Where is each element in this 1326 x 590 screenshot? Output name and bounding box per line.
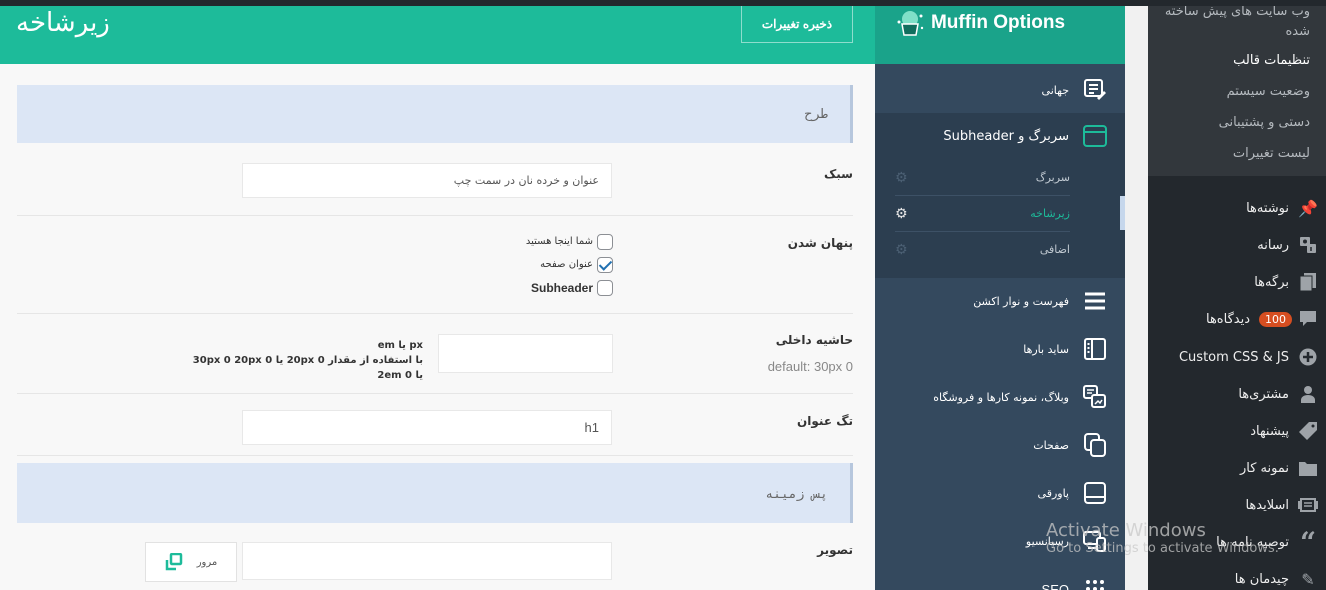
hide-option-breadcrumbs[interactable]: شما اینجا هستید xyxy=(526,230,613,253)
hide-option-page-title[interactable]: عنوان صفحه xyxy=(526,253,613,276)
wp-menu-clients[interactable]: مشتری‌ها xyxy=(1148,376,1326,412)
wp-submenu-system-status[interactable]: وضعیت سیستم xyxy=(1227,82,1310,102)
content-header: زیرشاخه ذخیره تغییرات xyxy=(0,6,875,64)
muffin-subnav-subheader[interactable]: ⚙ زیرشاخه xyxy=(895,196,1070,231)
gear-icon: ⚙ xyxy=(895,169,908,186)
hide-option-subheader[interactable]: Subheader xyxy=(526,276,613,299)
gear-icon: ⚙ xyxy=(895,241,908,258)
page-title: زیرشاخه xyxy=(16,8,110,38)
save-changes-button[interactable]: ذخیره تغییرات xyxy=(741,6,853,43)
comments-count-badge: 100 xyxy=(1259,311,1292,327)
style-select[interactable]: عنوان و خرده نان در سمت چپ xyxy=(242,163,612,198)
hamburger-menu-icon xyxy=(1083,289,1107,313)
wp-menu-layouts[interactable]: چیدمان ها ✎ xyxy=(1148,561,1326,590)
window-icon xyxy=(1083,124,1107,148)
tag-icon xyxy=(1298,421,1318,441)
field-row-title-tag: تگ عنوان h1 xyxy=(17,394,853,456)
checkbox[interactable] xyxy=(597,279,613,296)
options-content: زیرشاخه ذخیره تغییرات طرح سبک عنوان و خر… xyxy=(0,6,875,590)
wp-menu-testimonials[interactable]: توصیه نامه ها “ xyxy=(1148,524,1326,560)
gear-icon: ⚙ xyxy=(895,205,908,222)
wp-menu-offer[interactable]: پیشنهاد xyxy=(1148,413,1326,449)
section-title: طرح xyxy=(804,107,828,122)
muffin-brand: Muffin Options xyxy=(875,6,1125,64)
field-default-description: default: 30px 0 xyxy=(767,359,853,374)
wp-admin-menu: وب سایت های پیش ساخته شده تنظیمات قالب و… xyxy=(1148,6,1326,590)
section-title: پس زمینه xyxy=(765,487,828,502)
field-row-hide: پنهان شدن شما اینجا هستید عنوان صفحه Sub… xyxy=(17,216,853,314)
wp-menu-portfolio[interactable]: نمونه کار xyxy=(1148,450,1326,486)
checkbox-checked[interactable] xyxy=(597,256,613,273)
pushpin-icon: 📌 xyxy=(1298,198,1318,218)
quote-icon: “ xyxy=(1299,525,1317,559)
wp-menu-comments[interactable]: دیدگاه‌ها 100 xyxy=(1148,301,1326,337)
field-label: تگ عنوان xyxy=(797,414,853,428)
muffin-nav-pages[interactable]: صفحات xyxy=(875,425,1125,465)
blog-portfolio-icon xyxy=(1083,385,1107,409)
muffin-nav-seo[interactable]: SEO xyxy=(875,569,1125,590)
browse-image-button[interactable]: مرور xyxy=(145,542,237,582)
image-url-input[interactable] xyxy=(242,542,612,580)
field-row-style: سبک عنوان و خرده نان در سمت چپ xyxy=(17,151,853,216)
wp-submenu-changelog[interactable]: لیست تغییرات xyxy=(1233,144,1310,164)
pages-icon xyxy=(1298,272,1318,292)
responsive-devices-icon xyxy=(1083,529,1107,553)
wp-menu-custom-css-js[interactable]: Custom CSS & JS xyxy=(1148,339,1326,375)
muffin-logo-icon xyxy=(897,11,924,36)
section-heading-layout: طرح xyxy=(17,85,853,143)
field-row-padding: حاشیه داخلی default: 30px 0 px یا em با … xyxy=(17,314,853,394)
muffin-nav-responsive[interactable]: رسپانسیو xyxy=(875,521,1125,561)
field-label: پنهان شدن xyxy=(787,236,853,250)
pencil-icon: ✎ xyxy=(1301,569,1315,589)
padding-input[interactable] xyxy=(438,334,613,373)
muffin-nav-global[interactable]: جهانی xyxy=(875,70,1125,110)
checkbox[interactable] xyxy=(597,233,613,250)
pages-copy-icon xyxy=(1083,433,1107,457)
muffin-options-sidebar: Muffin Options جهانی سربرگ و Subheader ⚙… xyxy=(875,6,1125,590)
comment-icon xyxy=(1298,309,1318,329)
plus-circle-icon xyxy=(1298,347,1318,367)
wp-menu-pages[interactable]: برگه‌ها xyxy=(1148,264,1326,300)
muffin-subnav-extras[interactable]: ⚙ اضافی xyxy=(895,232,1070,267)
muffin-nav-header-subheader[interactable]: سربرگ و Subheader xyxy=(875,116,1125,156)
seo-dots-icon xyxy=(1083,577,1107,590)
muffin-nav-sidebars[interactable]: ساید بارها xyxy=(875,329,1125,369)
footer-layout-icon xyxy=(1083,481,1107,505)
browse-icon xyxy=(165,553,182,571)
field-label: حاشیه داخلی xyxy=(775,333,853,347)
padding-hint: px یا em با استفاده از مقدار 0 20px یا 0… xyxy=(192,340,423,381)
wp-submenu-manual-support[interactable]: دستی و پشتیبانی xyxy=(1219,113,1310,133)
muffin-nav-blog-portfolio-shop[interactable]: وبلاگ، نمونه کارها و فروشگاه xyxy=(875,377,1125,417)
wp-menu-media[interactable]: رسانه xyxy=(1148,227,1326,263)
section-heading-background: پس زمینه xyxy=(17,463,853,523)
field-label: سبک xyxy=(824,167,853,181)
wp-menu-slides[interactable]: اسلایدها xyxy=(1148,487,1326,523)
muffin-nav-footer[interactable]: پاورقی xyxy=(875,473,1125,513)
muffin-subnav-header[interactable]: ⚙ سربرگ xyxy=(895,160,1070,195)
edit-document-icon xyxy=(1083,78,1107,102)
field-row-image: تصویر مرور xyxy=(17,531,853,590)
user-icon xyxy=(1298,384,1318,404)
sidebar-layout-icon xyxy=(1083,337,1107,361)
wp-submenu-theme-options[interactable]: تنظیمات قالب xyxy=(1233,51,1310,71)
wp-menu-posts[interactable]: نوشته‌ها 📌 xyxy=(1148,190,1326,226)
folder-icon xyxy=(1298,458,1318,478)
muffin-brand-name: Muffin Options xyxy=(930,12,1066,33)
media-icon xyxy=(1298,235,1318,255)
hide-options: شما اینجا هستید عنوان صفحه Subheader xyxy=(526,230,613,299)
active-indicator xyxy=(1120,196,1125,230)
field-label: تصویر xyxy=(817,543,853,557)
muffin-nav-menu-action-bar[interactable]: فهرست و نوار اکشن xyxy=(875,281,1125,321)
slides-icon xyxy=(1298,495,1318,515)
wp-submenu-prebuilt-websites[interactable]: وب سایت های پیش ساخته شده xyxy=(1160,6,1310,42)
title-tag-select[interactable]: h1 xyxy=(242,410,612,445)
